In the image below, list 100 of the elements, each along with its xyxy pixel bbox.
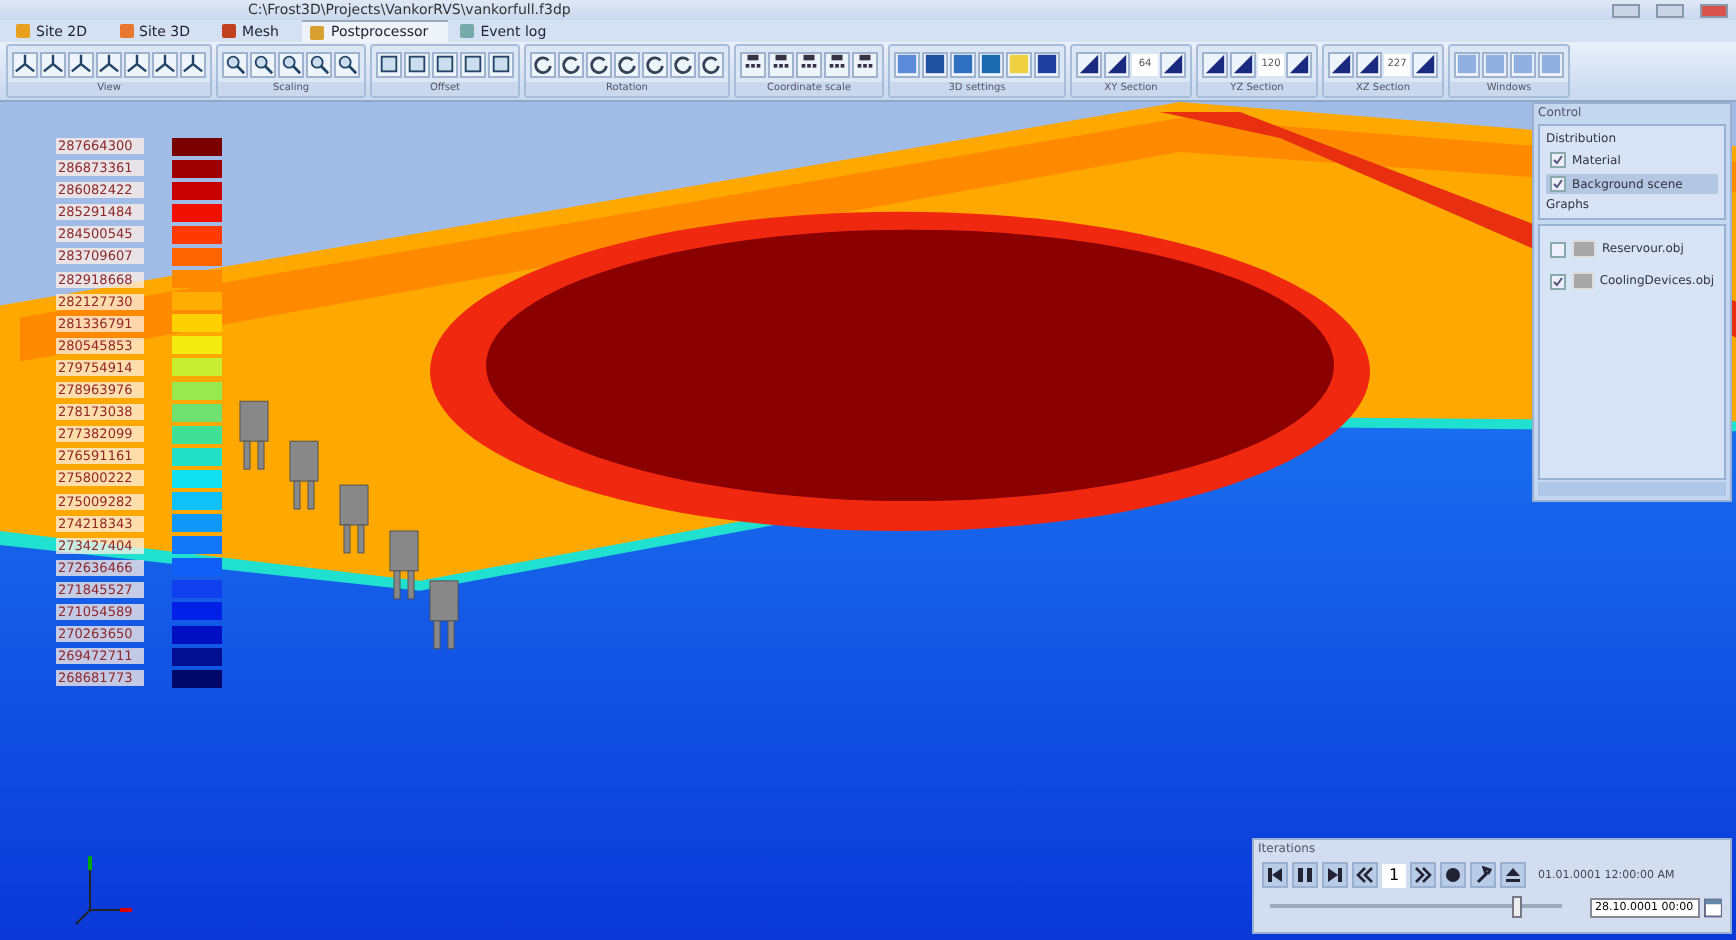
offset-tool-button[interactable]	[432, 51, 458, 77]
scaling-tool-button[interactable]	[334, 51, 360, 77]
rewind-button[interactable]	[1352, 862, 1378, 888]
view-tool-button[interactable]	[180, 51, 206, 77]
view-tool-button[interactable]	[152, 51, 178, 77]
settings3d-tool-button[interactable]	[978, 51, 1004, 77]
pause-button[interactable]	[1292, 862, 1318, 888]
window-icon	[1456, 52, 1478, 76]
rotation-tool-button[interactable]	[530, 51, 556, 77]
tab-icon	[16, 24, 30, 38]
record-button[interactable]	[1440, 862, 1466, 888]
section-tool-button[interactable]	[1286, 51, 1312, 77]
axes-icon	[182, 52, 204, 76]
view-tool-button[interactable]	[124, 51, 150, 77]
offset-tool-button[interactable]	[488, 51, 514, 77]
zoom-icon	[336, 52, 358, 76]
slider-thumb[interactable]	[1511, 896, 1522, 918]
triangle-icon	[1078, 52, 1100, 76]
checkbox[interactable]	[1550, 241, 1566, 257]
section-tool-button[interactable]	[1076, 51, 1102, 77]
frame-icon	[406, 52, 428, 76]
rotate-icon	[588, 52, 610, 76]
section-tool-button[interactable]	[1356, 51, 1382, 77]
rotation-tool-button[interactable]	[642, 51, 668, 77]
close-button[interactable]	[1700, 3, 1728, 17]
scene-icon	[980, 52, 1002, 76]
rotate-icon	[616, 52, 638, 76]
triangle-icon	[1358, 52, 1380, 76]
rotation-tool-button[interactable]	[586, 51, 612, 77]
device-drawing	[429, 580, 459, 650]
back-button[interactable]	[1262, 862, 1288, 888]
tab-icon	[119, 24, 134, 38]
frame-icon	[462, 52, 484, 76]
section-tool-button[interactable]	[1230, 51, 1256, 77]
axes-icon	[98, 52, 120, 76]
coords-tool-button[interactable]	[768, 51, 794, 77]
frame-icon	[378, 52, 400, 76]
scaling-tool-button[interactable]	[222, 51, 248, 77]
section-tool-button[interactable]	[1412, 51, 1438, 77]
section-tool-button[interactable]	[1104, 51, 1130, 77]
coords-tool-button[interactable]	[740, 51, 766, 77]
device-drawing	[289, 440, 319, 510]
scaling-tool-button[interactable]	[306, 51, 332, 77]
view-tool-button[interactable]	[12, 51, 38, 77]
checkbox[interactable]	[1550, 152, 1566, 168]
rotate-icon	[532, 52, 554, 76]
window-icon	[1484, 52, 1506, 76]
step-field[interactable]: 1	[1382, 863, 1406, 887]
fast-forward-button[interactable]	[1410, 862, 1436, 888]
device-drawing	[339, 484, 369, 554]
coords-tool-button[interactable]	[824, 51, 850, 77]
coords-tool-button[interactable]	[796, 51, 822, 77]
checkbox[interactable]	[1550, 273, 1566, 289]
rotation-tool-button[interactable]	[698, 51, 724, 77]
coords-tool-button[interactable]	[852, 51, 878, 77]
settings3d-tool-button[interactable]	[950, 51, 976, 77]
rotation-tool-button[interactable]	[670, 51, 696, 77]
section-tool-button[interactable]	[1202, 51, 1228, 77]
axes-icon	[42, 52, 64, 76]
axes-icon	[154, 52, 176, 76]
forward-button[interactable]	[1322, 862, 1348, 888]
axes-icon	[126, 52, 148, 76]
view-tool-button[interactable]	[68, 51, 94, 77]
offset-tool-button[interactable]	[460, 51, 486, 77]
scaling-tool-button[interactable]	[278, 51, 304, 77]
tab-icon	[310, 25, 325, 39]
scene-icon	[1036, 52, 1058, 76]
calendar-icon[interactable]	[1703, 897, 1722, 917]
axes-icon	[70, 52, 92, 76]
section-tool-button[interactable]	[1328, 51, 1354, 77]
settings3d-tool-button[interactable]	[1034, 51, 1060, 77]
window-icon	[1540, 52, 1562, 76]
circle-icon	[1444, 866, 1462, 884]
rotate-icon	[700, 52, 722, 76]
scaling-tool-button[interactable]	[250, 51, 276, 77]
zoom-icon	[224, 52, 246, 76]
checkbox[interactable]	[1550, 176, 1566, 192]
zoom-icon	[308, 52, 330, 76]
view-tool-button[interactable]	[96, 51, 122, 77]
settings-button[interactable]	[1470, 862, 1496, 888]
view-tool-button[interactable]	[40, 51, 66, 77]
triangle-icon	[1204, 52, 1226, 76]
scene-icon	[952, 52, 974, 76]
tab-icon	[222, 24, 237, 38]
device-drawing	[389, 530, 419, 600]
scene-icon	[896, 52, 918, 76]
eject-button[interactable]	[1500, 862, 1526, 888]
rotate-icon	[644, 52, 666, 76]
scene-icon	[924, 52, 946, 76]
offset-tool-button[interactable]	[376, 51, 402, 77]
settings3d-tool-button[interactable]	[922, 51, 948, 77]
rotation-tool-button[interactable]	[614, 51, 640, 77]
back-icon	[1266, 866, 1284, 884]
rotation-tool-button[interactable]	[558, 51, 584, 77]
scene-icon	[1008, 52, 1030, 76]
color-swatch	[1572, 272, 1594, 290]
offset-tool-button[interactable]	[404, 51, 430, 77]
section-tool-button[interactable]	[1160, 51, 1186, 77]
forward-icon	[1326, 866, 1344, 884]
device-drawing	[239, 400, 269, 470]
